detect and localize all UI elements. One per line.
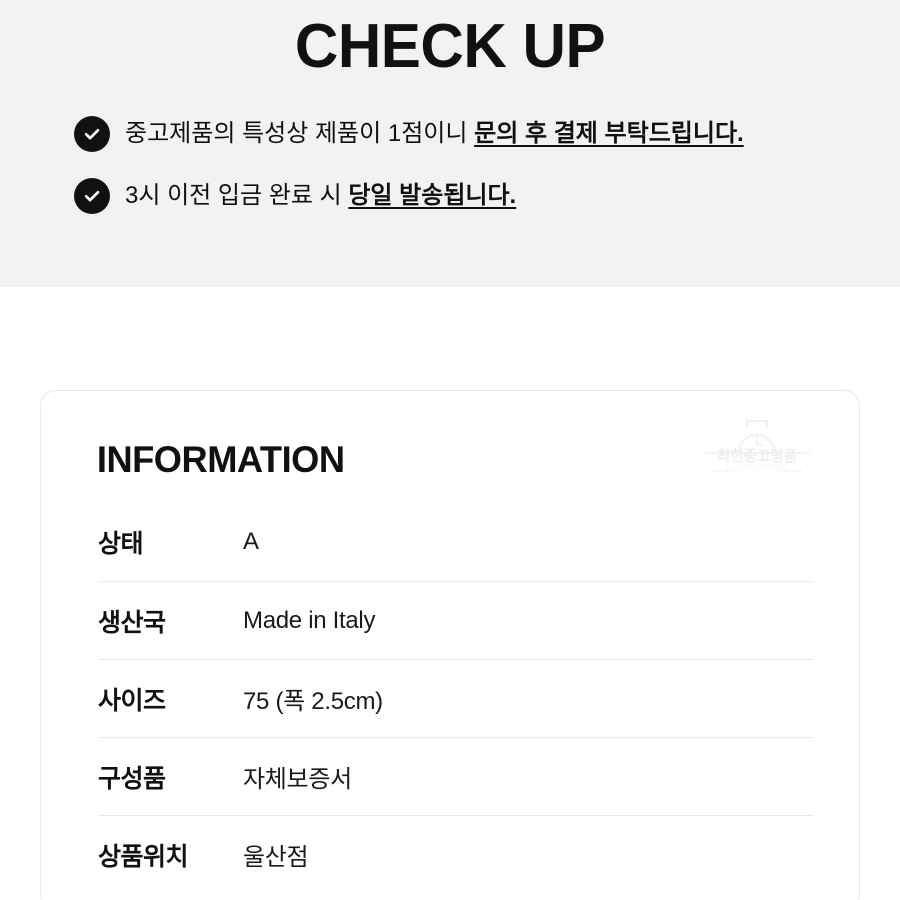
information-card: INFORMATION 착한중고명품 LUXURY GOODS 상태 A 생산국 <box>40 390 860 900</box>
checkup-item-text-1: 중고제품의 특성상 제품이 1점이니 문의 후 결제 부탁드립니다. <box>125 119 744 149</box>
checkup-title: CHECK UP <box>294 12 606 81</box>
table-row: 상태 A <box>98 503 814 581</box>
checkup-section: CHECK UP 중고제품의 특성상 제품이 1점이니 문의 후 결제 부탁드립… <box>0 0 900 287</box>
row-label-state: 상태 <box>98 530 144 558</box>
information-section: INFORMATION 착한중고명품 LUXURY GOODS 상태 A 생산국 <box>0 390 900 900</box>
checkup-item-plain-2: 3시 이전 입금 완료 시 <box>125 182 349 209</box>
checkup-item-strong-2: 당일 발송됩니다. <box>348 182 517 209</box>
information-table: 상태 A 생산국 Made in Italy 사이즈 75 (폭 2.5cm) … <box>41 503 859 893</box>
row-label-components: 구성품 <box>98 764 166 793</box>
table-row: 생산국 Made in Italy <box>98 581 814 659</box>
list-item: 중고제품의 특성상 제품이 1점이니 문의 후 결제 부탁드립니다. <box>74 116 900 152</box>
section-spacer <box>0 287 900 390</box>
checkup-item-text-2: 3시 이전 입금 완료 시 당일 발송됩니다. <box>125 181 516 211</box>
row-label-size: 사이즈 <box>98 686 166 715</box>
table-row: 사이즈 75 (폭 2.5cm) <box>98 659 814 737</box>
information-heading: INFORMATION <box>96 439 345 480</box>
row-label-origin: 생산국 <box>98 608 166 637</box>
list-item: 3시 이전 입금 완료 시 당일 발송됩니다. <box>74 178 900 214</box>
row-value-location: 울산점 <box>243 844 309 871</box>
checkup-item-strong-1: 문의 후 결제 부탁드립니다. <box>474 120 744 147</box>
check-circle-icon <box>74 116 110 152</box>
checkup-list: 중고제품의 특성상 제품이 1점이니 문의 후 결제 부탁드립니다. 3시 이전… <box>0 116 900 214</box>
row-value-state: A <box>243 528 259 555</box>
table-row: 구성품 자체보증서 <box>98 737 814 815</box>
row-value-origin: Made in Italy <box>243 606 376 634</box>
table-row: 상품위치 울산점 <box>98 815 814 893</box>
row-label-location: 상품위치 <box>98 842 189 871</box>
row-value-size: 75 (폭 2.5cm) <box>243 688 383 715</box>
check-circle-icon <box>74 178 110 214</box>
checkup-item-plain-1: 중고제품의 특성상 제품이 1점이니 <box>125 120 475 147</box>
row-value-components: 자체보증서 <box>243 766 352 793</box>
